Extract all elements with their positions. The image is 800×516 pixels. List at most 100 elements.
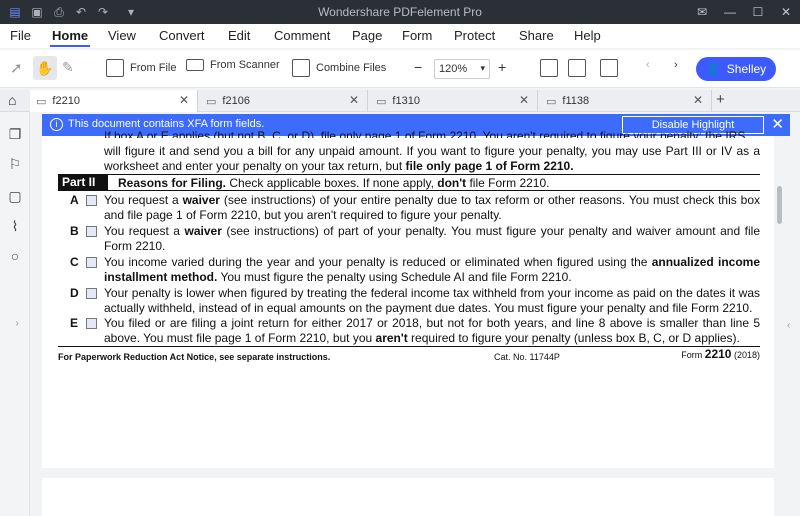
- fit-width-button[interactable]: [540, 59, 558, 77]
- document-tab-bar: ⌂ ▭ f2210 ✕ ▭ f2106 ✕ ▭ f1310 ✕ ▭ f1138 …: [0, 90, 800, 112]
- menu-help[interactable]: Help: [574, 28, 601, 43]
- row-letter: C: [70, 255, 79, 269]
- checkbox-b[interactable]: [86, 226, 97, 237]
- info-icon: i: [50, 118, 63, 131]
- form-word: Form: [681, 350, 703, 360]
- mail-icon[interactable]: ✉: [688, 0, 716, 24]
- tab-f2106[interactable]: ▭ f2106 ✕: [200, 90, 368, 112]
- from-scanner-button[interactable]: From Scanner: [186, 59, 280, 71]
- search-icon[interactable]: ○: [6, 248, 24, 266]
- expand-right-icon[interactable]: ‹: [787, 320, 790, 331]
- menu-protect[interactable]: Protect: [454, 28, 495, 43]
- combine-files-label: Combine Files: [316, 62, 387, 74]
- tab-f2210[interactable]: ▭ f2210 ✕: [30, 90, 198, 112]
- part-title: Reasons for Filing. Check applicable box…: [118, 176, 549, 191]
- tab-label: f2210: [52, 95, 80, 107]
- close-tab-icon[interactable]: ✕: [349, 93, 359, 107]
- checkbox-e[interactable]: [86, 318, 97, 329]
- menu-bar: File Home View Convert Edit Comment Page…: [0, 24, 800, 48]
- catalog-number: Cat. No. 11744P: [494, 352, 560, 362]
- tab-f1138[interactable]: ▭ f1138 ✕: [540, 90, 712, 112]
- hand-icon: ✋: [36, 59, 54, 76]
- menu-convert[interactable]: Convert: [159, 28, 205, 43]
- hand-tool[interactable]: ✋: [33, 56, 57, 80]
- row-text-pre: Your penalty is lower when figured by tr…: [104, 286, 760, 315]
- row-text-bold: waiver: [184, 224, 222, 238]
- combine-files-button[interactable]: Combine Files: [292, 59, 386, 77]
- from-file-label: From File: [130, 62, 177, 74]
- paperwork-notice: For Paperwork Reduction Act Notice, see …: [58, 352, 331, 362]
- combine-icon: [292, 59, 310, 77]
- menu-form[interactable]: Form: [402, 28, 432, 43]
- row-text: You filed or are filing a joint return f…: [104, 316, 760, 346]
- collapse-panel-icon[interactable]: ›: [8, 318, 26, 336]
- title-bar: ▤ ▣ ⎙ ↶ ↷ ▾ Wondershare PDFelement Pro ✉…: [0, 0, 800, 24]
- fit-page-button[interactable]: [568, 59, 586, 77]
- menu-home[interactable]: Home: [52, 28, 88, 43]
- next-tools-button[interactable]: ›: [674, 59, 678, 71]
- tab-label: f2106: [222, 95, 250, 107]
- thumbnails-icon[interactable]: ❐: [6, 126, 24, 144]
- intro-line-2: will figure it and send you a bill for a…: [104, 144, 760, 158]
- close-tab-icon[interactable]: ✕: [693, 93, 703, 107]
- part-label: Part II: [58, 175, 108, 190]
- from-file-button[interactable]: From File: [106, 59, 176, 77]
- comment-icon[interactable]: ▢: [6, 188, 24, 206]
- checkbox-c[interactable]: [86, 257, 97, 268]
- select-tool[interactable]: ➚: [10, 59, 23, 77]
- part-sub-c: file Form 2210.: [466, 176, 550, 190]
- menu-comment[interactable]: Comment: [274, 28, 330, 43]
- tab-label: f1310: [392, 95, 420, 107]
- menu-view[interactable]: View: [108, 28, 136, 43]
- document-icon: ▭: [376, 95, 387, 108]
- home-icon[interactable]: ⌂: [8, 92, 16, 108]
- form-number: Form 2210 (2018): [681, 347, 760, 363]
- zoom-select[interactable]: 120% ▾: [434, 59, 490, 79]
- menu-edit[interactable]: Edit: [228, 28, 250, 43]
- fit-width-icon: [540, 59, 558, 77]
- checkbox-a[interactable]: [86, 195, 97, 206]
- window-controls: ✉ — ☐ ✕: [688, 0, 800, 24]
- from-scanner-label: From Scanner: [210, 59, 280, 71]
- menu-page[interactable]: Page: [352, 28, 382, 43]
- intro-text-3: worksheet and enter your penalty on your…: [104, 159, 406, 173]
- document-icon: ▭: [546, 95, 557, 108]
- intro-line-1: If box A or E applies (but not B, C, or …: [104, 129, 760, 138]
- row-letter: B: [70, 224, 79, 238]
- scrollbar-thumb[interactable]: [777, 186, 782, 224]
- minimize-button[interactable]: —: [716, 0, 744, 24]
- row-text: You income varied during the year and yo…: [104, 255, 760, 285]
- edit-tool[interactable]: ✎: [62, 59, 74, 76]
- bookmark-icon[interactable]: ⚐: [6, 156, 24, 174]
- zoom-in-button[interactable]: +: [498, 59, 506, 75]
- intro-text-1: If box A or E applies (but not B, C, or …: [104, 129, 746, 138]
- checkbox-d[interactable]: [86, 288, 97, 299]
- part-title-bold: Reasons for Filing.: [118, 176, 227, 190]
- close-tab-icon[interactable]: ✕: [519, 93, 529, 107]
- attachment-icon[interactable]: ⌇: [6, 218, 24, 236]
- user-icon: 👤: [705, 62, 721, 76]
- prev-tools-button[interactable]: ‹: [646, 59, 650, 71]
- menu-share[interactable]: Share: [519, 28, 554, 43]
- zoom-value: 120%: [439, 63, 468, 75]
- row-text-pre: You request a: [104, 224, 185, 238]
- close-banner-icon[interactable]: ✕: [771, 115, 784, 133]
- part-sub-a: Check applicable boxes. If none apply,: [226, 176, 438, 190]
- user-name: Shelley: [726, 62, 767, 76]
- vertical-scrollbar[interactable]: [776, 138, 784, 514]
- new-tab-button[interactable]: +: [716, 91, 725, 108]
- menu-file[interactable]: File: [10, 28, 31, 43]
- user-account-button[interactable]: 👤 Shelley: [696, 57, 776, 81]
- intro-text-3-bold: file only page 1 of Form 2210.: [405, 159, 574, 173]
- row-text-post: You must figure the penalty using Schedu…: [217, 270, 572, 284]
- window-title: Wondershare PDFelement Pro: [318, 5, 482, 19]
- row-text-bold: waiver: [182, 193, 220, 207]
- active-menu-indicator: [50, 45, 90, 47]
- zoom-out-button[interactable]: −: [414, 59, 422, 75]
- maximize-button[interactable]: ☐: [744, 0, 772, 24]
- close-tab-icon[interactable]: ✕: [179, 93, 189, 107]
- tab-f1310[interactable]: ▭ f1310 ✕: [370, 90, 538, 112]
- tab-label: f1138: [562, 95, 590, 107]
- rotate-button[interactable]: [600, 59, 618, 77]
- close-window-button[interactable]: ✕: [772, 0, 800, 24]
